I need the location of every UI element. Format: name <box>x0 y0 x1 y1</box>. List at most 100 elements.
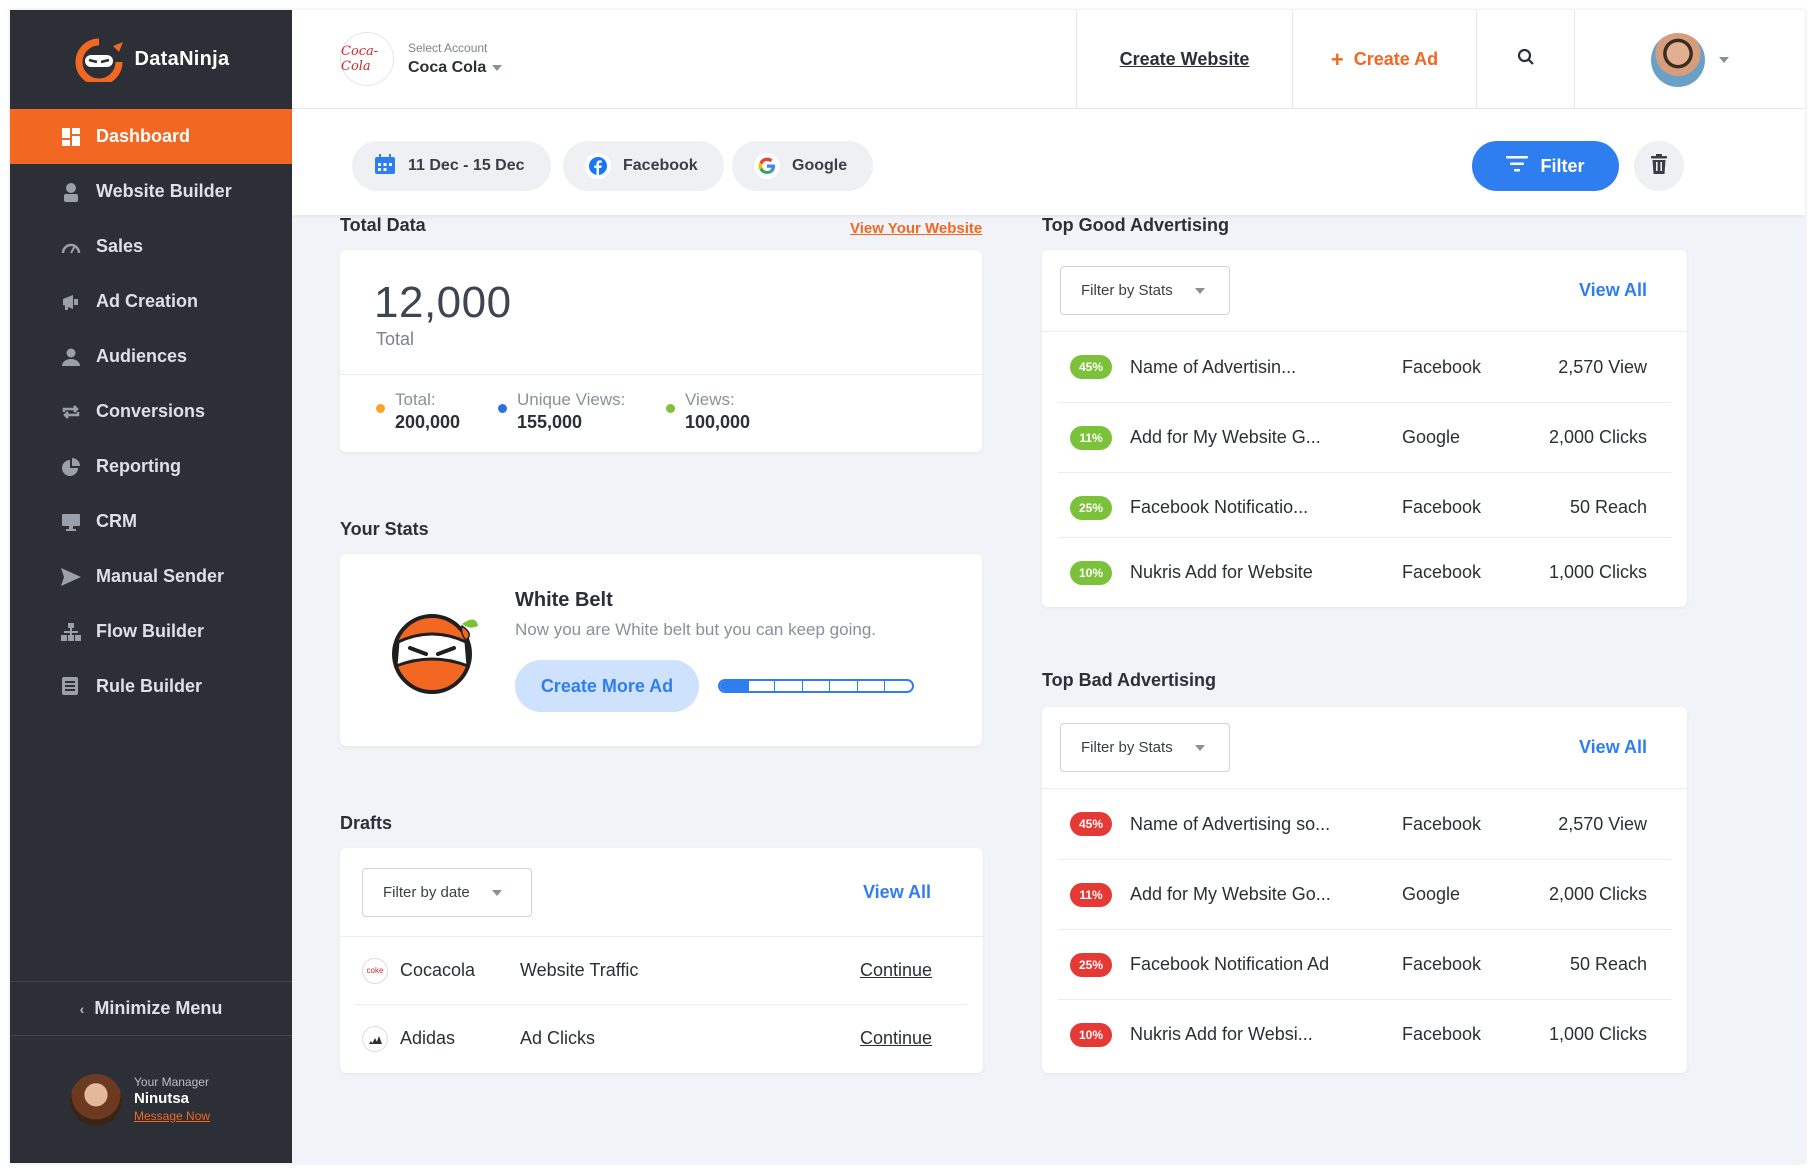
repeat-icon <box>60 401 82 423</box>
sidebar-item-rule-builder[interactable]: Rule Builder <box>10 659 292 714</box>
drafts-card: Filter by date View All coke Cocacola We… <box>340 848 983 1073</box>
sidebar-item-audiences[interactable]: Audiences <box>10 329 292 384</box>
continue-link[interactable]: Continue <box>860 960 932 981</box>
filter-label: Filter <box>1540 155 1585 176</box>
total-data-title: Total Data <box>340 215 426 235</box>
date-range-chip[interactable]: 11 Dec - 15 Dec <box>352 141 551 191</box>
sidebar-item-label: CRM <box>96 511 137 531</box>
chevron-down-icon <box>492 65 503 71</box>
stat-views: Views: 100,000 <box>666 390 750 433</box>
your-stats-card: White Belt Now you are White belt but yo… <box>340 554 982 746</box>
chevron-left-icon: ‹ <box>79 1000 85 1017</box>
sidebar-item-website-builder[interactable]: Website Builder <box>10 164 292 219</box>
app-window: DataNinja Dashboard Website Builder Sale… <box>10 10 1805 1163</box>
filter-button[interactable]: Filter <box>1472 141 1619 191</box>
search-button[interactable] <box>1476 10 1574 109</box>
draft-type: Website Traffic <box>520 960 639 980</box>
ad-name: Add for My Website Go... <box>1130 884 1331 904</box>
message-now-link[interactable]: Message Now <box>134 1109 210 1123</box>
belt-progress-fill <box>720 681 749 691</box>
total-value-label: Total <box>376 329 415 349</box>
sidebar-item-manual-sender[interactable]: Manual Sender <box>10 549 292 604</box>
ad-name: Name of Advertising so... <box>1130 813 1331 834</box>
manager-label: Your Manager <box>134 1075 209 1089</box>
coca-cola-logo: coke <box>362 957 388 984</box>
table-row[interactable]: 11% Add for My Website Go... Google 2,00… <box>1058 859 1671 929</box>
draft-name: Adidas <box>400 1028 456 1048</box>
filter-by-stats-select[interactable]: Filter by Stats <box>1060 723 1230 772</box>
table-row[interactable]: coke Cocacola Website Traffic Continue <box>340 936 983 1004</box>
sidebar-item-label: Flow Builder <box>96 621 204 641</box>
table-row[interactable]: 25% Facebook Notification Ad Facebook 50… <box>1058 929 1671 999</box>
google-label: Google <box>792 157 848 174</box>
bad-view-all-link[interactable]: View All <box>1579 737 1647 758</box>
ad-value: 50 Reach <box>1569 497 1647 517</box>
draft-name: Cocacola <box>400 960 476 980</box>
table-row[interactable]: 10% Nukris Add for Website Facebook 1,00… <box>1058 537 1671 607</box>
sidebar-item-conversions[interactable]: Conversions <box>10 384 292 439</box>
table-row[interactable]: 45% Name of Advertising so... Facebook 2… <box>1058 789 1671 859</box>
top-good-advertising-card: Filter by Stats View All 45% Name of Adv… <box>1042 250 1687 607</box>
create-more-ad-button[interactable]: Create More Ad <box>515 660 699 712</box>
coca-cola-logo: Coca-Cola <box>340 32 394 86</box>
table-row[interactable]: 10% Nukris Add for Websi... Facebook 1,0… <box>1058 999 1671 1069</box>
ad-value: 2,570 View <box>1558 813 1647 834</box>
dashboard-icon <box>60 126 82 148</box>
table-row[interactable]: 11% Add for My Website G... Google 2,000… <box>1058 402 1671 472</box>
create-ad-button[interactable]: + Create Ad <box>1292 10 1476 109</box>
sidebar-item-label: Ad Creation <box>96 291 199 311</box>
google-chip[interactable]: Google <box>732 141 874 191</box>
table-row[interactable]: Adidas Ad Clicks Continue <box>356 1004 967 1072</box>
table-row[interactable]: 45% Name of Advertisin... Facebook 2,570… <box>1058 332 1671 402</box>
divider <box>340 374 982 375</box>
ad-value: 2,570 View <box>1558 356 1647 377</box>
user-icon <box>60 346 82 368</box>
stat-label: Views: <box>685 390 735 409</box>
brand-name: DataNinja <box>134 48 230 70</box>
pie-icon <box>60 456 82 478</box>
delete-button[interactable] <box>1634 141 1684 191</box>
profile-menu[interactable] <box>1574 10 1805 109</box>
stat-value: 100,000 <box>685 412 751 432</box>
filter-by-date-select[interactable]: Filter by date <box>362 868 532 917</box>
total-value: 12,000 <box>374 278 512 327</box>
top-header: Coca-Cola Select Account Coca Cola Creat… <box>292 10 1805 109</box>
sidebar-nav: Dashboard Website Builder Sales Ad Creat… <box>10 109 292 714</box>
account-label: Select Account <box>408 41 488 55</box>
drafts-view-all-link[interactable]: View All <box>863 882 931 903</box>
create-website-button[interactable]: Create Website <box>1076 10 1292 109</box>
ad-source: Google <box>1402 884 1461 904</box>
ad-name: Nukris Add for Websi... <box>1130 1024 1313 1044</box>
ninja-mascot-icon <box>390 606 480 701</box>
top-bad-advertising-card: Filter by Stats View All 45% Name of Adv… <box>1042 707 1687 1073</box>
legend-dot-unique-views <box>498 404 507 413</box>
sidebar-item-ad-creation[interactable]: Ad Creation <box>10 274 292 329</box>
chevron-down-icon <box>491 889 502 896</box>
stat-label: Total: <box>395 390 436 409</box>
drafts-title: Drafts <box>340 813 393 833</box>
continue-link[interactable]: Continue <box>860 1028 932 1049</box>
good-view-all-link[interactable]: View All <box>1579 280 1647 301</box>
builder-icon <box>60 181 82 203</box>
account-name: Coca Cola <box>408 59 487 76</box>
speedometer-icon <box>60 236 82 258</box>
view-your-website-link[interactable]: View Your Website <box>850 220 982 237</box>
sidebar-item-reporting[interactable]: Reporting <box>10 439 292 494</box>
sidebar-item-label: Conversions <box>96 401 206 421</box>
facebook-icon <box>585 153 611 179</box>
sidebar-item-sales[interactable]: Sales <box>10 219 292 274</box>
sitemap-icon <box>60 621 82 643</box>
calendar-icon <box>374 153 396 180</box>
percent-badge: 10% <box>1070 1022 1112 1047</box>
filter-by-stats-select[interactable]: Filter by Stats <box>1060 266 1230 315</box>
filter-by-date-label: Filter by date <box>383 884 470 901</box>
facebook-chip[interactable]: Facebook <box>563 141 724 191</box>
minimize-menu-button[interactable]: ‹ Minimize Menu <box>10 981 292 1036</box>
brand[interactable]: DataNinja <box>10 10 292 109</box>
sidebar-item-flow-builder[interactable]: Flow Builder <box>10 604 292 659</box>
sidebar-item-dashboard[interactable]: Dashboard <box>10 109 292 164</box>
sidebar-item-crm[interactable]: CRM <box>10 494 292 549</box>
table-row[interactable]: 25% Facebook Notificatio... Facebook 50 … <box>1058 472 1671 542</box>
account-selector[interactable]: Coca-Cola Select Account Coca Cola <box>340 32 503 86</box>
sidebar-item-label: Website Builder <box>96 181 232 201</box>
